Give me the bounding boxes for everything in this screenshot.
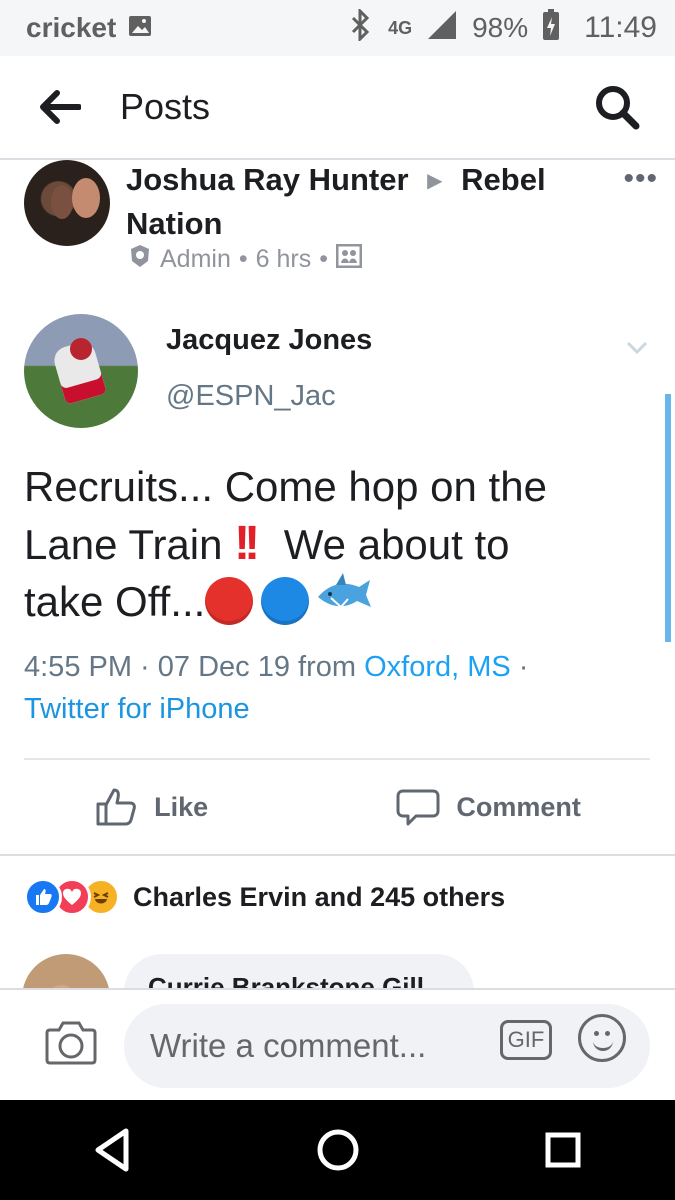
android-recents-button[interactable]	[534, 1121, 592, 1179]
back-button[interactable]	[38, 85, 82, 129]
android-home-button[interactable]	[309, 1121, 367, 1179]
play-triangle-icon: ▶	[427, 162, 442, 201]
android-navigation-bar	[0, 1100, 675, 1200]
gallery-icon	[126, 12, 154, 45]
thumbs-up-icon	[94, 787, 138, 827]
like-reaction-icon	[24, 878, 62, 916]
tweet-handle[interactable]: @ESPN_Jac	[166, 380, 336, 413]
tweet-line-2-end: We about to	[284, 521, 510, 568]
network-label: 4G	[388, 18, 412, 39]
battery-percent: 98%	[472, 12, 528, 44]
battery-icon	[542, 9, 560, 48]
status-right: 4G 98% 11:49	[348, 9, 657, 48]
post-author-section: Joshua Ray Hunter ▶ Rebel Nation Admin •…	[24, 160, 664, 280]
tweet-time-suffix: ·	[511, 651, 529, 683]
app-header: Posts	[0, 56, 675, 160]
tweet-location-link[interactable]: Oxford, MS	[364, 651, 511, 683]
red-circle-icon	[205, 577, 253, 625]
search-icon	[594, 84, 640, 130]
comment-placeholder: Write a comment...	[150, 1027, 426, 1065]
tweet-time-prefix: 4:55 PM · 07 Dec 19 from	[24, 651, 364, 683]
gif-button[interactable]: GIF	[500, 1020, 552, 1060]
shark-icon	[315, 572, 373, 629]
tweet-display-name[interactable]: Jacquez Jones	[166, 324, 372, 357]
tweet-line-3: take Off...	[24, 573, 644, 633]
like-button[interactable]: Like	[94, 787, 208, 827]
signal-icon	[426, 9, 458, 48]
comment-label: Comment	[456, 792, 581, 823]
carrier-label: cricket	[26, 12, 116, 44]
double-exclamation-icon: !!	[234, 517, 254, 570]
more-options-button[interactable]: •••	[623, 162, 658, 196]
square-recents-icon	[542, 1129, 584, 1171]
status-left: cricket	[26, 12, 154, 45]
android-back-button[interactable]	[84, 1121, 142, 1179]
comment-composer: Write a comment... GIF	[0, 988, 675, 1100]
blue-circle-icon	[261, 577, 309, 625]
reaction-summary-text: Charles Ervin and 245 others	[133, 882, 505, 913]
post-author-line: Joshua Ray Hunter ▶ Rebel Nation	[126, 160, 586, 243]
reaction-summary[interactable]: Charles Ervin and 245 others	[24, 878, 505, 916]
bluetooth-icon	[348, 9, 374, 48]
embedded-tweet[interactable]: Jacquez Jones @ESPN_Jac Recruits... Come…	[24, 306, 650, 742]
tweet-line-1: Recruits... Come hop on the	[24, 458, 644, 515]
back-arrow-icon	[39, 90, 81, 124]
post-author-name[interactable]: Joshua Ray Hunter	[126, 162, 409, 197]
post-separator: •	[239, 245, 248, 274]
tweet-meta: 4:55 PM · 07 Dec 19 from Oxford, MS · Tw…	[24, 646, 644, 730]
author-avatar[interactable]	[24, 160, 110, 246]
post-role: Admin	[160, 245, 231, 274]
camera-icon[interactable]	[44, 1018, 98, 1066]
emoji-button[interactable]	[578, 1014, 626, 1062]
post-separator-2: •	[319, 245, 328, 274]
triangle-back-icon	[92, 1126, 134, 1174]
chevron-down-icon[interactable]	[624, 334, 650, 360]
status-bar: cricket 4G 98% 11:49	[0, 0, 675, 56]
reaction-icons	[24, 878, 111, 916]
page-title: Posts	[120, 86, 210, 128]
search-button[interactable]	[593, 83, 641, 131]
comment-input[interactable]: Write a comment...	[124, 1004, 650, 1088]
tweet-source-link[interactable]: Twitter for iPhone	[24, 693, 250, 725]
like-label: Like	[154, 792, 208, 823]
tweet-line-3-start: take Off...	[24, 578, 205, 625]
comment-icon	[396, 787, 440, 827]
tweet-avatar[interactable]	[24, 314, 138, 428]
status-time: 11:49	[584, 11, 657, 45]
tweet-line-2-start: Lane Train	[24, 521, 222, 568]
post-age[interactable]: 6 hrs	[256, 245, 312, 274]
scroll-indicator[interactable]	[665, 394, 671, 642]
post-metadata: Admin • 6 hrs •	[128, 244, 362, 275]
circle-home-icon	[314, 1126, 362, 1174]
tweet-text: Recruits... Come hop on the Lane Train !…	[24, 458, 644, 633]
admin-shield-icon	[128, 244, 152, 275]
post-actions: Like Comment	[0, 760, 675, 856]
tweet-line-2: Lane Train !! We about to	[24, 515, 644, 573]
group-audience-icon	[336, 244, 362, 275]
smile-mouth	[593, 1041, 613, 1051]
comment-button[interactable]: Comment	[396, 787, 581, 827]
